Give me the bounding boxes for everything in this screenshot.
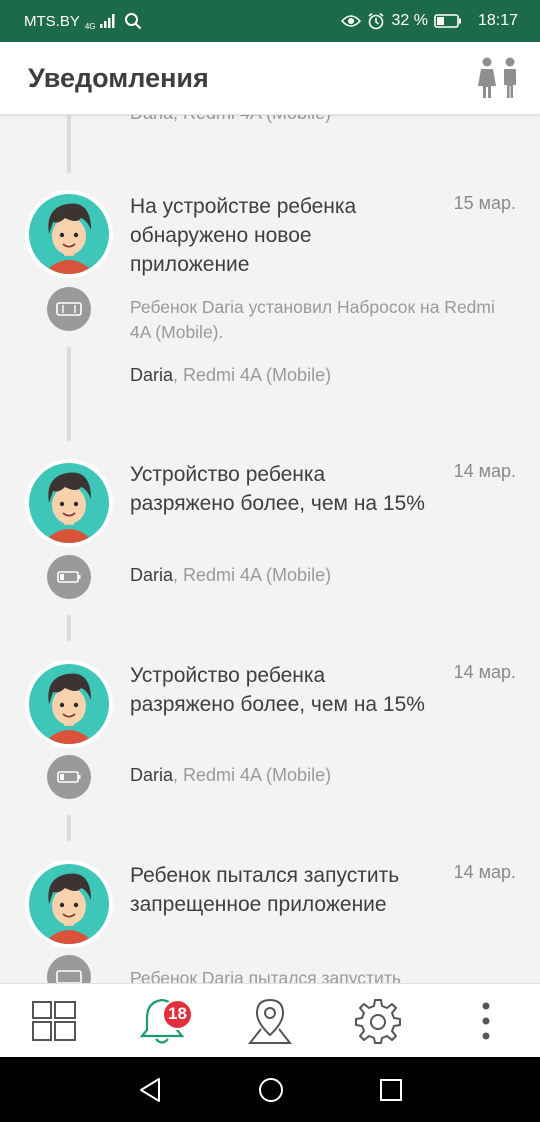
clock: 18:17 xyxy=(477,12,518,29)
search-icon xyxy=(124,13,141,30)
recents-icon[interactable] xyxy=(379,1078,403,1102)
child-avatar xyxy=(25,860,113,948)
location-pin-icon xyxy=(247,998,293,1044)
nav-settings[interactable] xyxy=(348,991,408,1051)
battery-low-icon xyxy=(47,555,91,599)
nav-notifications[interactable]: 18 xyxy=(132,991,193,1051)
bottom-navigation: 18 xyxy=(0,983,540,1057)
carrier-label: MTS.BY xyxy=(24,12,80,30)
status-bar: MTS.BY 4G 32 % 18:17 xyxy=(0,0,540,42)
notification-count-badge: 18 xyxy=(162,998,193,1030)
page-title: Уведомления xyxy=(28,62,209,93)
signal-icon xyxy=(99,14,115,28)
parents-icon[interactable] xyxy=(474,56,524,100)
notification-date: 14 мар. xyxy=(453,862,516,882)
notification-title: На устройстве ребенка обнаружено новое п… xyxy=(130,195,357,276)
notification-meta: Daria, Redmi 4A (Mobile) xyxy=(130,765,332,785)
notification-description: Ребенок Daria установил Набросок на Redm… xyxy=(130,297,495,342)
nav-dashboard[interactable] xyxy=(24,991,84,1051)
more-icon xyxy=(482,1002,490,1039)
timeline-line xyxy=(67,615,71,641)
notification-date: 15 мар. xyxy=(453,193,516,213)
child-avatar xyxy=(25,190,113,278)
nav-location[interactable] xyxy=(240,991,300,1051)
app-bar: Уведомления xyxy=(0,42,540,115)
network-type-label: 4G xyxy=(84,22,96,31)
settings-gear-icon xyxy=(355,998,401,1044)
notification-title: Ребенок пытался запустить запрещенное пр… xyxy=(130,864,400,916)
child-avatar xyxy=(25,459,113,547)
home-icon[interactable] xyxy=(258,1077,284,1103)
back-icon[interactable] xyxy=(137,1077,163,1103)
timeline-line xyxy=(67,347,71,441)
notification-date: 14 мар. xyxy=(453,662,516,682)
notification-meta: Daria, Redmi 4A (Mobile) xyxy=(130,565,332,585)
notification-description: Ребенок Daria пытался запустить xyxy=(130,968,401,983)
app-install-icon xyxy=(47,287,91,331)
notification-feed[interactable]: Daria, Redmi 4A (Mobile) На устройстве р… xyxy=(0,115,540,983)
alarm-icon xyxy=(368,12,384,30)
notification-title: Устройство ребенка разряжено более, чем … xyxy=(130,463,425,515)
notification-title: Устройство ребенка разряжено более, чем … xyxy=(130,664,425,716)
battery-icon xyxy=(434,14,461,28)
eye-icon xyxy=(341,15,362,27)
child-avatar xyxy=(25,660,113,748)
notification-meta-partial: Daria, Redmi 4A (Mobile) xyxy=(130,115,331,124)
battery-low-icon xyxy=(47,755,91,799)
dashboard-icon xyxy=(32,1000,76,1041)
battery-percent: 32 % xyxy=(391,12,428,29)
timeline-line xyxy=(67,115,71,173)
timeline-line xyxy=(67,815,71,841)
notification-date: 14 мар. xyxy=(453,461,516,481)
app-blocked-icon xyxy=(47,955,91,983)
nav-more[interactable] xyxy=(456,991,516,1051)
system-navigation-bar xyxy=(0,1057,540,1122)
notification-meta: Daria, Redmi 4A (Mobile) xyxy=(130,365,332,385)
